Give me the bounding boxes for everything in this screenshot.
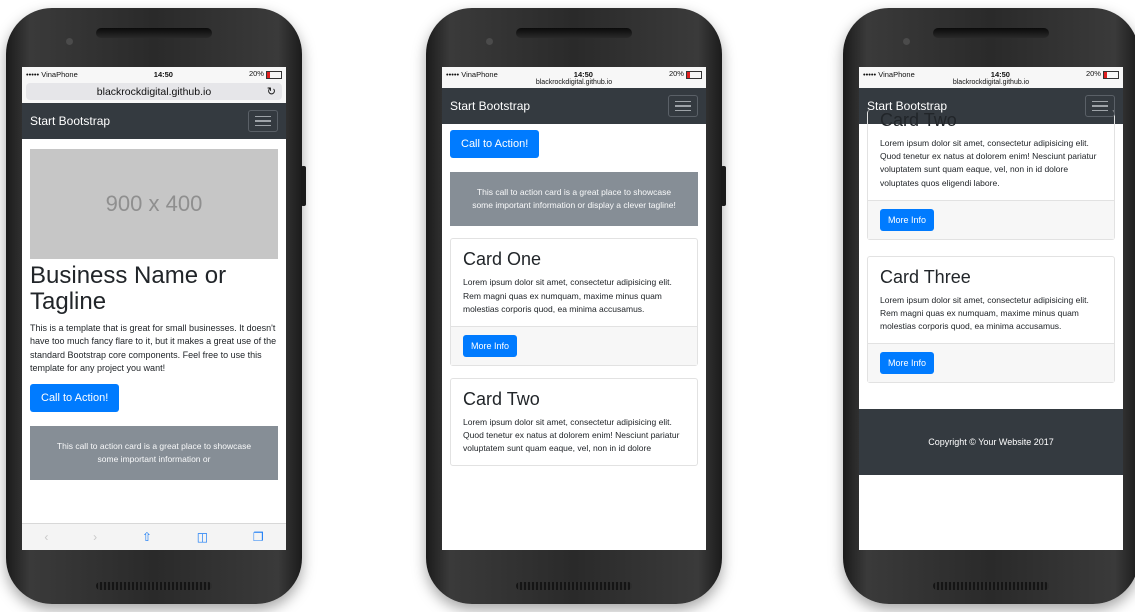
reload-icon[interactable]: ↻ xyxy=(267,85,276,98)
battery-icon xyxy=(265,70,282,79)
forward-icon[interactable]: › xyxy=(93,530,97,544)
carrier-label: ••••• VinaPhone xyxy=(446,69,498,79)
more-info-button[interactable]: More Info xyxy=(880,352,935,375)
hamburger-menu-icon[interactable] xyxy=(1085,95,1115,117)
hamburger-menu-icon[interactable] xyxy=(668,95,698,117)
more-info-button[interactable]: More Info xyxy=(463,334,518,357)
camera-icon xyxy=(903,38,910,45)
earpiece-speaker xyxy=(516,28,632,38)
cta-card: This call to action card is a great plac… xyxy=(450,172,698,227)
tabs-icon[interactable]: ❐ xyxy=(253,530,264,544)
card-text: Lorem ipsum dolor sit amet, consectetur … xyxy=(880,294,1089,332)
clock-label: 14:50 xyxy=(990,69,1010,79)
camera-icon xyxy=(66,38,73,45)
page-content: Card Two Lorem ipsum dolor sit amet, con… xyxy=(859,110,1123,393)
card-title: Card Two xyxy=(880,110,957,130)
phone-frame-2: ••••• VinaPhone 14:50 20% blackrockdigit… xyxy=(426,8,726,604)
card-text: Lorem ipsum dolor sit amet, consectetur … xyxy=(880,138,1097,188)
status-bar: ••••• VinaPhone 14:50 20% xyxy=(22,67,286,81)
card-text: Lorem ipsum dolor sit amet, consectetur … xyxy=(463,416,680,454)
carrier-label: ••••• VinaPhone xyxy=(863,69,915,79)
page-heading: Business Name or Tagline xyxy=(30,262,227,316)
phone-frame-1: ••••• VinaPhone 14:50 20% blackrockdigit… xyxy=(6,8,306,604)
hamburger-menu-icon[interactable] xyxy=(248,110,278,132)
share-icon[interactable]: ⇧ xyxy=(142,530,152,544)
battery-indicator: 20% xyxy=(668,69,702,79)
camera-icon xyxy=(486,38,493,45)
battery-indicator: 20% xyxy=(1085,69,1119,79)
cta-card-text: This call to action card is a great plac… xyxy=(56,440,252,464)
back-icon[interactable]: ‹ xyxy=(44,530,48,544)
page-footer: Copyright © Your Website 2017 xyxy=(859,409,1123,476)
url-field[interactable]: blackrockdigital.github.io ↻ xyxy=(26,83,282,100)
earpiece-speaker xyxy=(933,28,1049,38)
browser-toolbar: ‹ › ⇧ ◫ ❐ xyxy=(22,523,286,550)
card-text: Lorem ipsum dolor sit amet, consectetur … xyxy=(463,277,672,314)
call-to-action-button[interactable]: Call to Action! xyxy=(450,130,540,158)
navbar-brand[interactable]: Start Bootstrap xyxy=(450,99,530,113)
url-text-compact[interactable]: blackrockdigital.github.io xyxy=(442,79,706,88)
clock-label: 14:50 xyxy=(153,69,173,79)
card-title: Card One xyxy=(463,249,542,270)
card-footer: More Info xyxy=(868,343,1114,383)
cta-card-text: This call to action card is a great plac… xyxy=(472,187,676,211)
phone-screen-2: ••••• VinaPhone 14:50 20% blackrockdigit… xyxy=(442,67,706,550)
cta-card: This call to action card is a great plac… xyxy=(30,425,278,481)
page-content: Call to Action! This call to action card… xyxy=(442,124,706,476)
navbar: Start Bootstrap xyxy=(442,88,706,124)
navbar: Start Bootstrap xyxy=(22,103,286,139)
battery-label: 20% xyxy=(1085,69,1101,79)
call-to-action-button[interactable]: Call to Action! xyxy=(30,383,120,412)
battery-indicator: 20% xyxy=(248,69,282,79)
phone-screen-3: ••••• VinaPhone 14:50 20% blackrockdigit… xyxy=(859,67,1123,550)
phone-screen-1: ••••• VinaPhone 14:50 20% blackrockdigit… xyxy=(22,67,286,550)
url-text-compact[interactable]: blackrockdigital.github.io xyxy=(859,79,1123,88)
battery-label: 20% xyxy=(668,69,684,79)
card-two: Card Two Lorem ipsum dolor sit amet, con… xyxy=(450,377,698,467)
clock-label: 14:50 xyxy=(573,69,593,79)
address-bar: blackrockdigital.github.io ↻ xyxy=(22,81,286,103)
card-title: Card Three xyxy=(880,266,971,287)
battery-icon xyxy=(1102,70,1119,79)
bottom-speaker xyxy=(96,582,212,590)
more-info-button[interactable]: More Info xyxy=(880,208,935,231)
battery-label: 20% xyxy=(248,69,264,79)
power-button xyxy=(721,166,726,206)
phone-frame-3: ••••• VinaPhone 14:50 20% blackrockdigit… xyxy=(843,8,1135,604)
page-content: 900 x 400 Business Name or Tagline This … xyxy=(22,139,286,490)
hero-image-placeholder: 900 x 400 xyxy=(30,149,278,259)
card-footer: More Info xyxy=(451,325,697,365)
card-title: Card Two xyxy=(463,388,540,409)
earpiece-speaker xyxy=(96,28,212,38)
carrier-label: ••••• VinaPhone xyxy=(26,69,78,79)
bottom-speaker xyxy=(933,582,1049,590)
bottom-speaker xyxy=(516,582,632,590)
copyright-text: Copyright © Your Website 2017 xyxy=(928,437,1054,448)
card-two: Card Two Lorem ipsum dolor sit amet, con… xyxy=(867,110,1115,240)
card-footer: More Info xyxy=(868,199,1114,239)
battery-icon xyxy=(685,70,702,79)
placeholder-label: 900 x 400 xyxy=(105,191,203,216)
navbar-brand[interactable]: Start Bootstrap xyxy=(30,114,110,128)
card-one: Card One Lorem ipsum dolor sit amet, con… xyxy=(450,238,698,366)
bookmarks-icon[interactable]: ◫ xyxy=(197,530,208,544)
power-button xyxy=(301,166,306,206)
lead-paragraph: This is a template that is great for sma… xyxy=(30,322,277,374)
url-text: blackrockdigital.github.io xyxy=(96,85,212,98)
card-three: Card Three Lorem ipsum dolor sit amet, c… xyxy=(867,255,1115,384)
